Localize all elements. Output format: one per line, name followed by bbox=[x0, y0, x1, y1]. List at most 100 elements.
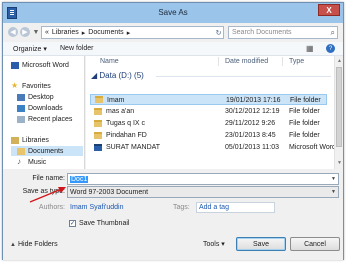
authors-label: Authors: bbox=[38, 204, 65, 211]
nav-item-label: Favorites bbox=[22, 82, 51, 90]
chevron-down-icon[interactable]: ▼ bbox=[331, 176, 336, 182]
nav-item-desktop[interactable]: Desktop bbox=[17, 92, 54, 102]
tags-label: Tags: bbox=[173, 204, 190, 211]
column-divider[interactable] bbox=[282, 57, 283, 66]
file-row[interactable]: Pindahan FD 23/01/2013 8:45 File folder bbox=[90, 130, 327, 141]
file-row[interactable]: Imam 19/01/2013 17:16 File folder bbox=[90, 94, 327, 105]
file-row[interactable]: SURAT MANDAT 05/01/2013 11:03 Microsoft … bbox=[90, 142, 342, 153]
refresh-icon[interactable]: ↻ bbox=[213, 26, 224, 39]
scroll-thumb[interactable] bbox=[336, 67, 342, 147]
tags-field[interactable]: Add a tag bbox=[196, 202, 275, 213]
file-date: 30/12/2012 12:19 bbox=[225, 108, 280, 115]
nav-item-label: Libraries bbox=[22, 136, 49, 144]
file-name-field[interactable]: Doc1 ▼ bbox=[67, 173, 339, 185]
file-date: 19/01/2013 17:16 bbox=[226, 97, 281, 104]
command-bar: Organize ▾ New folder ▦ ? bbox=[3, 42, 343, 56]
hide-folders-toggle[interactable]: ▲ Hide Folders bbox=[10, 241, 58, 248]
group-label: Data (D:) (5) bbox=[99, 71, 144, 80]
tools-menu[interactable]: Tools ▾ bbox=[203, 240, 225, 248]
dialog-footer: ▲ Hide Folders Tools ▾ Save Cancel bbox=[3, 231, 343, 260]
file-type: File folder bbox=[289, 132, 320, 139]
save-as-type-select[interactable]: Word 97-2003 Document ▼ bbox=[67, 186, 339, 198]
file-row[interactable]: Tugas q IX c 29/11/2012 9:26 File folder bbox=[90, 118, 327, 129]
file-date: 23/01/2013 8:45 bbox=[225, 132, 276, 139]
forward-button[interactable]: ▶ bbox=[20, 27, 30, 37]
save-as-type-value: Word 97-2003 Document bbox=[70, 188, 149, 196]
recent-places-icon bbox=[17, 115, 25, 123]
nav-item-microsoft-word[interactable]: Microsoft Word bbox=[11, 60, 69, 70]
breadcrumb-libraries[interactable]: Libraries bbox=[52, 29, 79, 36]
column-divider[interactable] bbox=[218, 57, 219, 66]
nav-item-libraries[interactable]: Libraries bbox=[11, 135, 49, 145]
close-button[interactable]: X bbox=[318, 4, 340, 16]
file-type: File folder bbox=[289, 120, 320, 127]
scroll-up-icon[interactable]: ▲ bbox=[337, 58, 342, 64]
nav-item-documents[interactable]: Documents bbox=[11, 146, 83, 156]
save-thumbnail-checkbox[interactable]: ✓ bbox=[69, 220, 76, 227]
column-header-name[interactable]: Name bbox=[100, 56, 119, 67]
nav-item-label: Documents bbox=[28, 147, 64, 155]
save-button[interactable]: Save bbox=[236, 237, 286, 251]
column-header-type[interactable]: Type bbox=[289, 56, 304, 67]
file-date: 29/11/2012 9:26 bbox=[225, 120, 276, 127]
search-icon[interactable]: ⌕ bbox=[331, 28, 335, 38]
collapse-up-icon: ▲ bbox=[10, 241, 16, 248]
hide-folders-label: Hide Folders bbox=[17, 241, 58, 248]
search-input[interactable]: Search Documents ⌕ bbox=[228, 26, 338, 39]
window-title: Save As bbox=[158, 8, 188, 17]
save-thumbnail-label[interactable]: Save Thumbnail bbox=[79, 220, 129, 227]
nav-item-label: Recent places bbox=[28, 115, 73, 123]
file-name: Imam bbox=[107, 97, 125, 104]
nav-item-recent-places[interactable]: Recent places bbox=[17, 114, 72, 124]
folder-icon bbox=[94, 108, 102, 115]
nav-item-favorites[interactable]: ★ Favorites bbox=[11, 81, 51, 91]
file-name-value: Doc1 bbox=[70, 175, 89, 183]
file-name: SURAT MANDAT bbox=[106, 144, 161, 151]
downloads-icon bbox=[17, 104, 25, 112]
nav-item-label: Microsoft Word bbox=[22, 61, 69, 69]
nav-item-downloads[interactable]: Downloads bbox=[17, 103, 63, 113]
libraries-icon bbox=[11, 136, 19, 144]
save-as-type-label: Save as type: bbox=[22, 188, 65, 195]
file-name: mas a'an bbox=[106, 108, 135, 115]
documents-icon bbox=[17, 147, 25, 155]
breadcrumb-documents[interactable]: Documents bbox=[88, 29, 123, 36]
address-bar: ◀ ▶ ▼ « Libraries ▸ Documents ▸ ↻ Search… bbox=[3, 23, 343, 42]
search-placeholder: Search Documents bbox=[232, 29, 292, 36]
cancel-button[interactable]: Cancel bbox=[290, 237, 340, 251]
help-icon[interactable]: ? bbox=[326, 44, 335, 53]
file-date: 05/01/2013 11:03 bbox=[225, 144, 279, 151]
desktop-icon bbox=[17, 93, 25, 101]
file-type: File folder bbox=[289, 108, 320, 115]
breadcrumb-separator[interactable]: ▸ bbox=[82, 29, 86, 37]
file-name: Tugas q IX c bbox=[106, 120, 146, 127]
scroll-down-icon[interactable]: ▼ bbox=[337, 160, 342, 166]
folder-icon bbox=[94, 120, 102, 127]
view-icon[interactable]: ▦ bbox=[306, 44, 314, 53]
word-icon bbox=[11, 61, 19, 69]
chevron-down-icon[interactable]: ▼ bbox=[331, 189, 336, 195]
navigation-pane: Microsoft Word ★ Favorites Desktop Downl… bbox=[3, 56, 85, 169]
word-document-icon bbox=[94, 144, 102, 151]
vertical-scrollbar[interactable]: ▲ ▼ bbox=[334, 56, 343, 169]
new-folder-button[interactable]: New folder bbox=[60, 45, 93, 52]
group-divider bbox=[156, 76, 331, 77]
breadcrumb-separator[interactable]: ▸ bbox=[127, 29, 131, 37]
nav-item-label: Desktop bbox=[28, 93, 54, 101]
column-header-date[interactable]: Date modified bbox=[225, 56, 268, 67]
group-header-data-drive[interactable]: ◢ Data (D:) (5) bbox=[91, 71, 144, 80]
file-type: File folder bbox=[290, 97, 321, 104]
breadcrumb[interactable]: « Libraries ▸ Documents ▸ bbox=[41, 26, 224, 39]
authors-field[interactable]: Imam Syafi'uddin bbox=[70, 204, 123, 211]
title-bar[interactable]: Save As X bbox=[3, 3, 343, 23]
back-button[interactable]: ◀ bbox=[8, 27, 18, 37]
nav-item-label: Music bbox=[28, 158, 47, 166]
file-list: Name Date modified Type ◢ Data (D:) (5) … bbox=[86, 56, 343, 169]
folder-icon bbox=[95, 96, 103, 103]
music-icon: ♪ bbox=[17, 157, 21, 166]
recent-locations-icon[interactable]: ▼ bbox=[32, 28, 40, 36]
nav-item-music[interactable]: ♪ Music bbox=[17, 157, 46, 167]
organize-button[interactable]: Organize ▾ bbox=[13, 45, 47, 53]
file-row[interactable]: mas a'an 30/12/2012 12:19 File folder bbox=[90, 106, 327, 117]
breadcrumb-overflow[interactable]: « bbox=[45, 29, 49, 36]
